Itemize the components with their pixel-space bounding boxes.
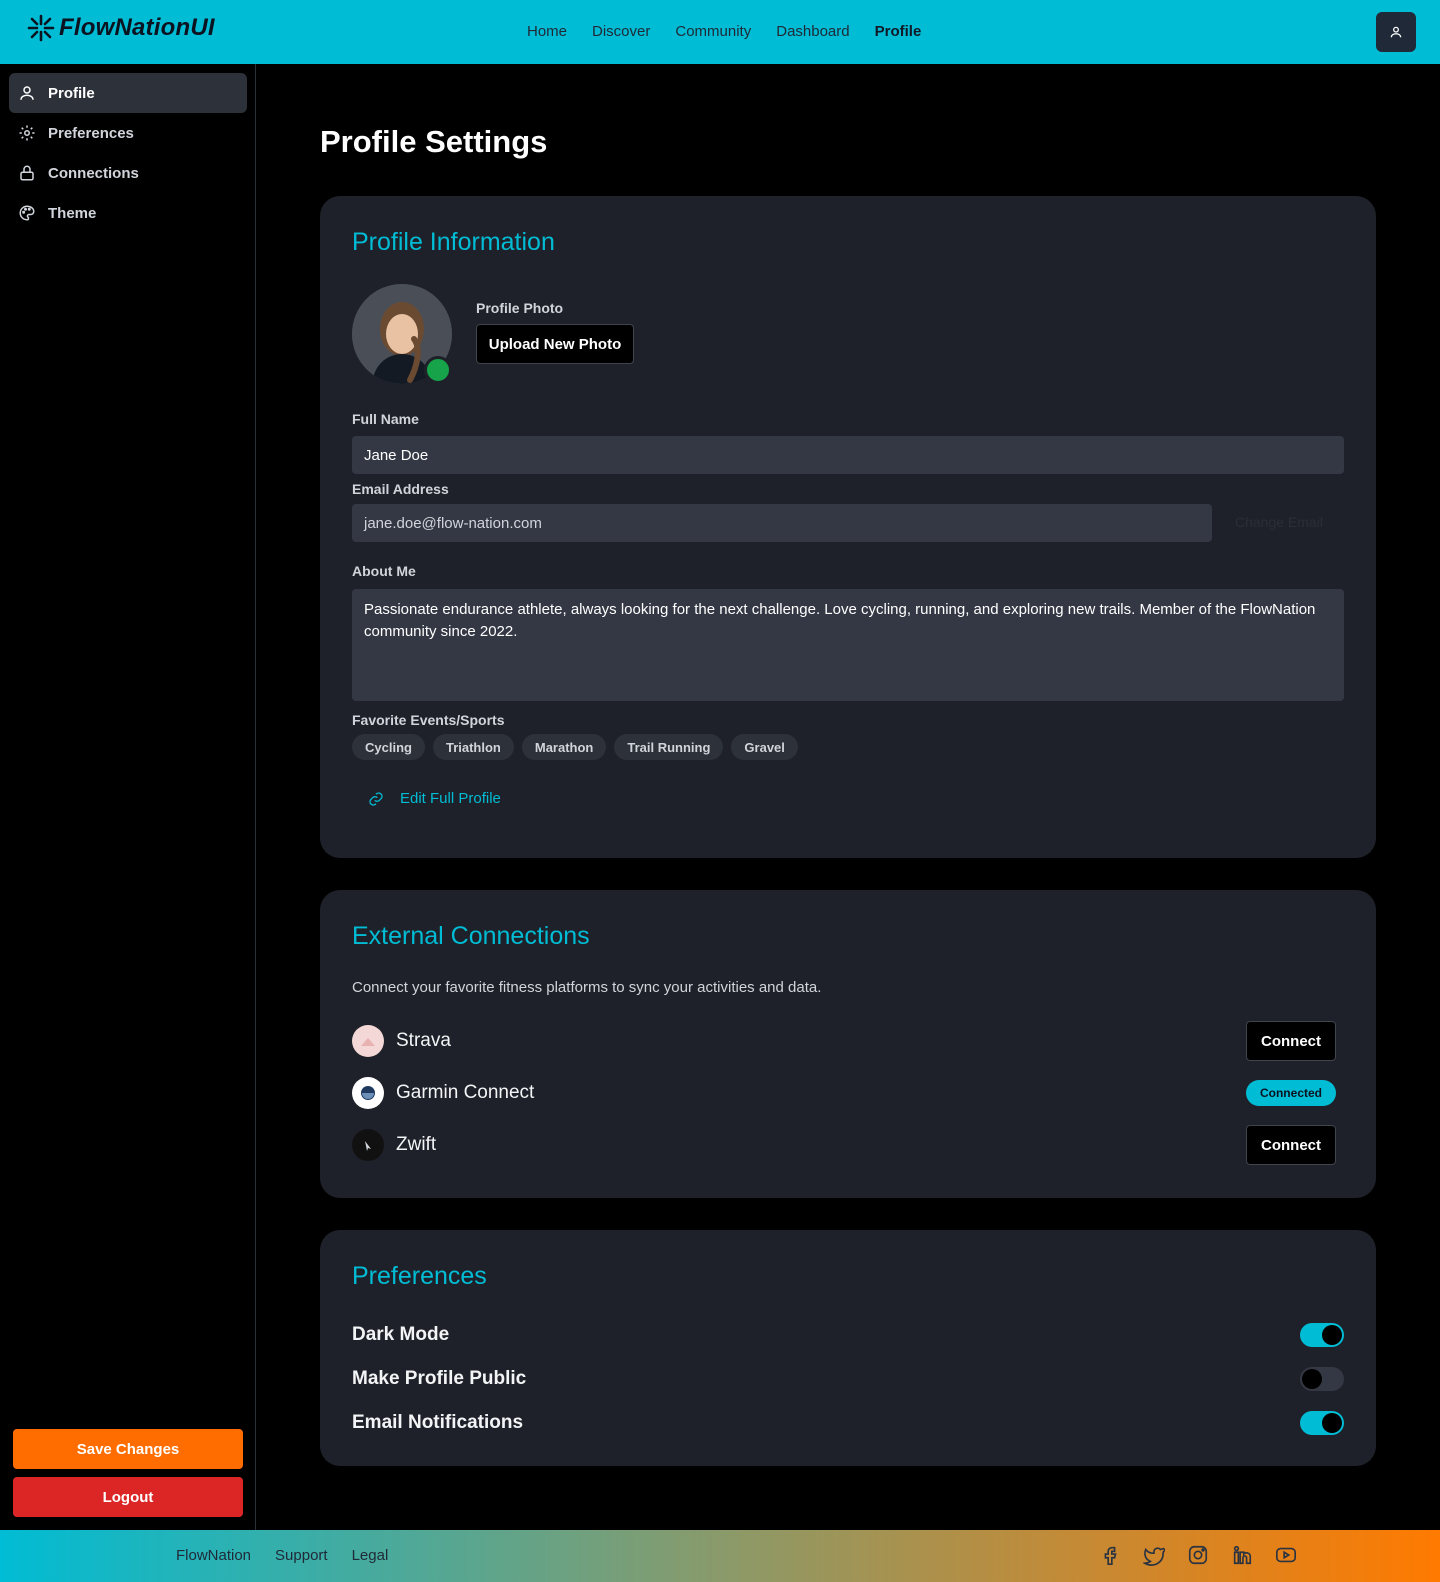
connection-name: Strava: [396, 1030, 451, 1051]
nav-community[interactable]: Community: [675, 23, 751, 40]
nav-dashboard[interactable]: Dashboard: [776, 23, 849, 40]
zwift-icon: [352, 1129, 384, 1161]
zwift-connect-button[interactable]: Connect: [1246, 1125, 1336, 1165]
user-icon: [1390, 26, 1402, 38]
card-title: Preferences: [352, 1262, 487, 1290]
footer-links: FlowNation Support Legal: [176, 1547, 388, 1564]
tag-marathon[interactable]: Marathon: [521, 734, 607, 760]
preference-row-public-profile: Make Profile Public: [352, 1365, 1344, 1393]
connection-row-garmin: Garmin Connect Connected: [352, 1073, 1336, 1113]
sidebar-item-profile[interactable]: Profile: [9, 73, 247, 113]
sidebar-item-label: Preferences: [48, 124, 134, 142]
footer-link-support[interactable]: Support: [275, 1547, 328, 1564]
connection-name: Garmin Connect: [396, 1082, 535, 1103]
main-nav: Home Discover Community Dashboard Profil…: [527, 23, 921, 40]
full-name-field[interactable]: Jane Doe: [352, 436, 1344, 474]
sidebar-item-connections[interactable]: Connections: [9, 153, 247, 193]
edit-full-profile-link[interactable]: Edit Full Profile: [368, 790, 501, 807]
preference-row-email-notifications: Email Notifications: [352, 1409, 1344, 1437]
footer-link-flownation[interactable]: FlowNation: [176, 1547, 251, 1564]
preference-label: Make Profile Public: [352, 1368, 527, 1389]
lock-icon: [20, 165, 34, 181]
profile-photo-label: Profile Photo: [476, 300, 564, 316]
facebook-icon[interactable]: [1099, 1544, 1121, 1566]
user-menu-button[interactable]: [1376, 12, 1416, 52]
connection-row-zwift: Zwift Connect: [352, 1125, 1336, 1165]
edit-link-label: Edit Full Profile: [400, 790, 501, 807]
tag-gravel[interactable]: Gravel: [731, 734, 798, 760]
about-me-label: About Me: [352, 563, 416, 579]
brand[interactable]: FlowNationUI: [27, 14, 215, 42]
favorite-tags: Cycling Triathlon Marathon Trail Running…: [352, 734, 798, 760]
sidebar: Profile Preferences Connections Theme: [0, 64, 256, 1530]
sidebar-item-preferences[interactable]: Preferences: [9, 113, 247, 153]
about-me-textarea[interactable]: Passionate endurance athlete, always loo…: [352, 589, 1344, 701]
full-name-label: Full Name: [352, 411, 419, 427]
twitter-icon[interactable]: [1143, 1544, 1165, 1566]
instagram-icon[interactable]: [1187, 1544, 1209, 1566]
upload-photo-button[interactable]: Upload New Photo: [476, 324, 634, 364]
toggle-knob: [1302, 1369, 1322, 1389]
footer: FlowNation Support Legal: [0, 1530, 1440, 1582]
flownation-logo-icon: [27, 14, 55, 42]
external-connections-card: External Connections Connect your favori…: [320, 890, 1376, 1198]
tag-cycling[interactable]: Cycling: [352, 734, 425, 760]
connections-description: Connect your favorite fitness platforms …: [352, 979, 822, 996]
dark-mode-toggle[interactable]: [1300, 1323, 1344, 1347]
page-title: Profile Settings: [320, 124, 548, 159]
change-email-button[interactable]: Change Email: [1235, 514, 1323, 530]
garmin-connected-badge: Connected: [1246, 1080, 1336, 1106]
youtube-icon[interactable]: [1275, 1544, 1297, 1566]
connection-row-strava: Strava Connect: [352, 1021, 1336, 1061]
tag-trail-running[interactable]: Trail Running: [614, 734, 724, 760]
strava-icon: [352, 1025, 384, 1057]
brand-name: FlowNationUI: [59, 14, 215, 41]
nav-profile[interactable]: Profile: [875, 23, 922, 40]
favorites-label: Favorite Events/Sports: [352, 712, 505, 728]
gear-icon: [19, 125, 35, 141]
top-navbar: FlowNationUI Home Discover Community Das…: [0, 0, 1440, 64]
tag-triathlon[interactable]: Triathlon: [432, 734, 514, 760]
strava-connect-button[interactable]: Connect: [1246, 1021, 1336, 1061]
footer-link-legal[interactable]: Legal: [352, 1547, 389, 1564]
card-title: Profile Information: [352, 228, 555, 256]
linkedin-icon[interactable]: [1231, 1544, 1253, 1566]
sidebar-item-theme[interactable]: Theme: [9, 193, 247, 233]
garmin-icon: [352, 1077, 384, 1109]
preference-row-dark-mode: Dark Mode: [352, 1321, 1344, 1349]
profile-information-card: Profile Information Profile Photo Upload…: [320, 196, 1376, 858]
preference-label: Dark Mode: [352, 1324, 450, 1345]
email-field[interactable]: jane.doe@flow-nation.com: [352, 504, 1212, 542]
preferences-card: Preferences Dark Mode Make Profile Publi…: [320, 1230, 1376, 1466]
nav-home[interactable]: Home: [527, 23, 567, 40]
sidebar-item-label: Connections: [48, 164, 139, 182]
preference-label: Email Notifications: [352, 1412, 524, 1433]
logout-button[interactable]: Logout: [13, 1477, 243, 1517]
online-status-indicator: [424, 356, 452, 384]
palette-icon: [19, 205, 35, 221]
sidebar-item-label: Theme: [48, 204, 97, 222]
card-title: External Connections: [352, 922, 590, 950]
social-links: [1099, 1544, 1297, 1566]
link-icon: [369, 791, 383, 806]
toggle-knob: [1322, 1325, 1342, 1345]
connection-name: Zwift: [396, 1134, 437, 1155]
public-profile-toggle[interactable]: [1300, 1367, 1344, 1391]
save-changes-button[interactable]: Save Changes: [13, 1429, 243, 1469]
nav-discover[interactable]: Discover: [592, 23, 650, 40]
email-label: Email Address: [352, 481, 449, 497]
toggle-knob: [1322, 1413, 1342, 1433]
email-notifications-toggle[interactable]: [1300, 1411, 1344, 1435]
user-icon: [20, 86, 34, 100]
sidebar-item-label: Profile: [48, 84, 95, 102]
